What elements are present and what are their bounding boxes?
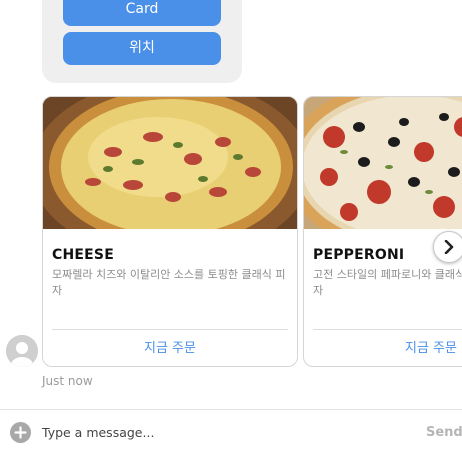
message-composer: Send xyxy=(0,409,462,454)
order-now-button[interactable]: 지금 주문 xyxy=(43,337,297,356)
pizza-description: 고전 스타일의 페파로니와 클래식 소스를 토핑한 피자 xyxy=(313,268,462,297)
pizza-title: PEPPERONI xyxy=(313,247,405,263)
carousel-next-button[interactable] xyxy=(433,231,462,263)
chevron-right-icon xyxy=(444,240,454,254)
cheese-pizza-image xyxy=(43,97,297,229)
order-now-button[interactable]: 지금 주문 xyxy=(304,337,462,356)
pizza-carousel[interactable]: CHEESE 모짜렐라 치즈와 이탈리안 소스를 토핑한 클래식 피자 지금 주… xyxy=(42,96,462,367)
user-icon xyxy=(6,335,38,367)
pizza-card-pepperoni: PEPPERONI 고전 스타일의 페파로니와 클래식 소스를 토핑한 피자 지… xyxy=(303,96,462,367)
quick-reply-card: Card 위치 xyxy=(42,0,242,83)
pizza-description: 모짜렐라 치즈와 이탈리안 소스를 토핑한 클래식 피자 xyxy=(52,268,286,297)
message-timestamp: Just now xyxy=(42,374,93,388)
divider xyxy=(52,329,288,330)
message-input[interactable] xyxy=(42,420,402,444)
add-attachment-button[interactable] xyxy=(10,422,31,443)
plus-circle-icon xyxy=(10,422,31,443)
location-button[interactable]: 위치 xyxy=(63,32,221,65)
pizza-card-cheese: CHEESE 모짜렐라 치즈와 이탈리안 소스를 토핑한 클래식 피자 지금 주… xyxy=(42,96,298,367)
avatar xyxy=(6,335,38,367)
divider xyxy=(313,329,462,330)
pizza-title: CHEESE xyxy=(52,247,114,263)
send-button[interactable]: Send xyxy=(426,425,462,440)
pepperoni-pizza-image xyxy=(304,97,462,229)
card-button[interactable]: Card xyxy=(63,0,221,26)
